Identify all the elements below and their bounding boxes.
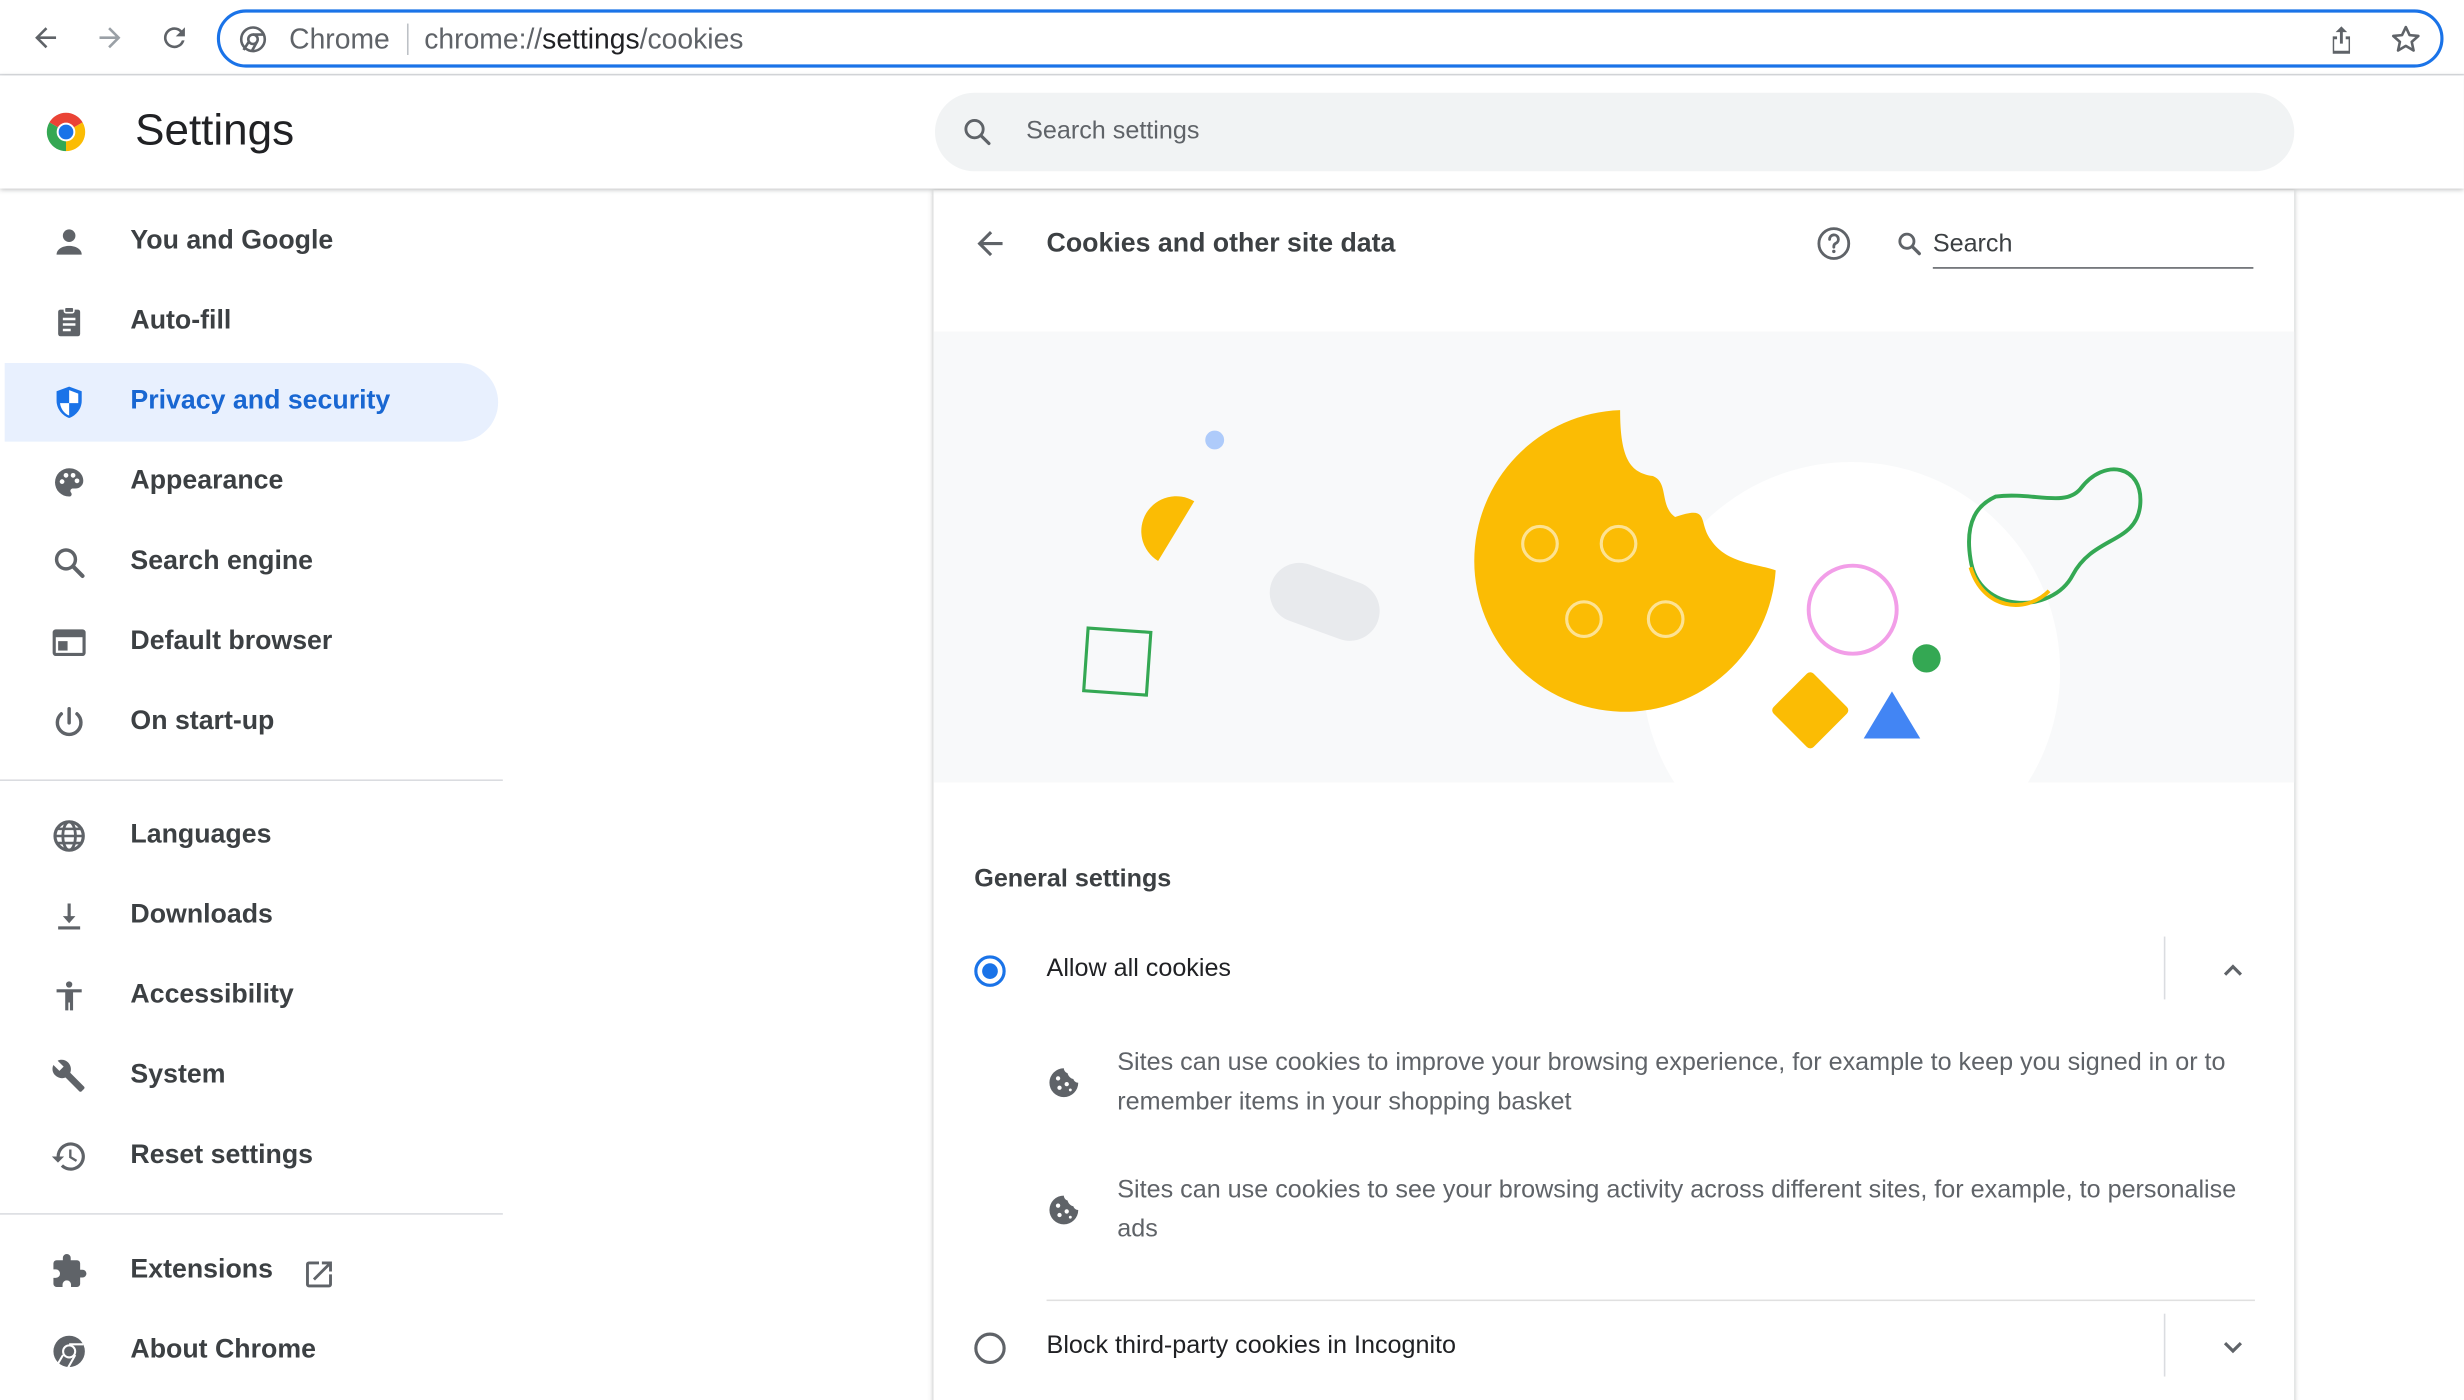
forward-button[interactable] bbox=[88, 16, 132, 60]
help-icon[interactable] bbox=[1815, 225, 1853, 263]
allow-all-cookies-radio[interactable] bbox=[974, 955, 1006, 987]
search-icon bbox=[54, 548, 85, 578]
sidebar-item-label: Privacy and security bbox=[130, 384, 391, 415]
chevron-up-icon[interactable] bbox=[2216, 952, 2251, 987]
browser-window-icon bbox=[52, 629, 86, 657]
allow-all-cookies-option[interactable]: Allow all cookies bbox=[933, 926, 2294, 1020]
sidebar-item-label: Languages bbox=[130, 818, 272, 849]
cookies-settings-card: Cookies and other site data Search Gener… bbox=[933, 190, 2295, 1400]
sidebar-item-on-start-up[interactable]: On start-up bbox=[5, 684, 498, 763]
url-path: /cookies bbox=[639, 23, 744, 55]
url-host: settings bbox=[542, 23, 640, 55]
sidebar-item-label: Reset settings bbox=[130, 1139, 314, 1170]
sidebar-item-label: Auto-fill bbox=[130, 304, 232, 335]
omnibox-separator bbox=[406, 23, 409, 55]
accessibility-icon bbox=[56, 981, 82, 1011]
chrome-icon bbox=[53, 1335, 85, 1368]
chrome-logo bbox=[46, 112, 86, 152]
option-label: Allow all cookies bbox=[1046, 955, 1232, 983]
sidebar-item-search-engine[interactable]: Search engine bbox=[5, 523, 498, 602]
cookie-icon bbox=[1049, 1068, 1079, 1098]
browser-toolbar: Chrome chrome://settings/cookies bbox=[0, 0, 2464, 76]
sidebar-item-about-chrome[interactable]: About Chrome bbox=[5, 1312, 498, 1391]
download-icon bbox=[58, 903, 81, 930]
back-arrow-icon[interactable] bbox=[971, 225, 1009, 263]
palette-icon bbox=[55, 468, 84, 497]
chrome-site-icon bbox=[239, 26, 267, 53]
history-icon bbox=[51, 1142, 85, 1171]
page-title: Settings bbox=[135, 105, 295, 154]
block-third-party-incognito-option[interactable]: Block third-party cookies in Incognito bbox=[933, 1303, 2294, 1397]
arrow-back-icon bbox=[35, 27, 57, 49]
reload-icon bbox=[163, 27, 185, 49]
sidebar-item-reset-settings[interactable]: Reset settings bbox=[5, 1117, 498, 1196]
sidebar-item-label: About Chrome bbox=[130, 1334, 316, 1364]
settings-search-input[interactable] bbox=[1026, 111, 2252, 153]
settings-header: Settings bbox=[0, 75, 2464, 189]
option-separator bbox=[2163, 936, 2166, 1000]
arrow-forward-icon bbox=[99, 27, 121, 49]
reload-button[interactable] bbox=[152, 16, 196, 60]
block-third-party-incognito-radio[interactable] bbox=[974, 1332, 1006, 1364]
search-icon bbox=[964, 119, 991, 146]
cookie-detail-text: Sites can use cookies to improve your br… bbox=[1117, 1049, 2226, 1116]
sidebar-item-system[interactable]: System bbox=[5, 1037, 498, 1116]
power-icon bbox=[55, 706, 83, 737]
sidebar-item-extensions[interactable]: Extensions bbox=[5, 1232, 498, 1311]
sidebar-item-label: Accessibility bbox=[130, 978, 294, 1009]
sidebar-item-label: System bbox=[130, 1059, 226, 1089]
puzzle-icon bbox=[53, 1253, 87, 1287]
cookie-icon bbox=[1049, 1195, 1079, 1225]
search-icon bbox=[1898, 232, 1921, 256]
cookie-detail-text: Sites can use cookies to see your browsi… bbox=[1117, 1176, 2237, 1243]
settings-search[interactable] bbox=[934, 92, 2295, 172]
url-scheme: chrome:// bbox=[424, 23, 543, 55]
shield-icon bbox=[56, 386, 82, 418]
sidebar-item-privacy-and-security[interactable]: Privacy and security bbox=[4, 362, 499, 442]
chevron-down-icon[interactable] bbox=[2216, 1329, 2251, 1364]
sidebar-item-you-and-google[interactable]: You and Google bbox=[5, 203, 498, 282]
person-icon bbox=[56, 229, 82, 255]
subpage-search-input[interactable] bbox=[1932, 221, 2254, 269]
option-divider bbox=[1046, 1299, 2255, 1302]
open-in-new-icon[interactable] bbox=[302, 1257, 337, 1292]
cookies-illustration-graphic bbox=[1082, 410, 2143, 783]
sidebar-item-label: Extensions bbox=[130, 1253, 273, 1284]
clipboard-icon bbox=[58, 306, 81, 337]
settings-sidebar: You and Google Auto-fill Privacy and sec… bbox=[0, 190, 519, 1400]
sidebar-item-label: Default browser bbox=[130, 625, 333, 656]
general-settings-heading: General settings bbox=[974, 865, 1172, 893]
sidebar-item-appearance[interactable]: Appearance bbox=[5, 443, 498, 522]
share-icon[interactable] bbox=[2324, 22, 2359, 57]
sidebar-item-languages[interactable]: Languages bbox=[5, 797, 498, 876]
subpage-title: Cookies and other site data bbox=[1046, 227, 1396, 258]
globe-icon bbox=[53, 820, 85, 852]
sidebar-item-accessibility[interactable]: Accessibility bbox=[5, 957, 498, 1036]
option-label: Block third-party cookies in Incognito bbox=[1046, 1332, 1457, 1360]
sidebar-item-label: Search engine bbox=[130, 545, 314, 576]
sidebar-item-label: Downloads bbox=[130, 898, 273, 929]
url-text: chrome://settings/cookies bbox=[424, 24, 743, 57]
wrench-icon bbox=[52, 1059, 85, 1092]
bookmark-star-icon[interactable] bbox=[2389, 22, 2424, 57]
sidebar-item-label: You and Google bbox=[130, 224, 334, 255]
sidebar-item-downloads[interactable]: Downloads bbox=[5, 877, 498, 956]
cookies-illustration bbox=[933, 331, 2295, 783]
sidebar-divider bbox=[0, 779, 503, 781]
sidebar-item-auto-fill[interactable]: Auto-fill bbox=[5, 283, 498, 362]
sidebar-item-label: Appearance bbox=[130, 465, 284, 495]
sidebar-item-default-browser[interactable]: Default browser bbox=[5, 603, 498, 682]
option-separator bbox=[2163, 1313, 2166, 1377]
back-button[interactable] bbox=[24, 16, 68, 60]
sidebar-divider bbox=[0, 1213, 503, 1215]
site-chip-label: Chrome bbox=[289, 23, 390, 55]
sidebar-item-label: On start-up bbox=[130, 705, 275, 736]
address-bar[interactable]: Chrome chrome://settings/cookies bbox=[216, 9, 2444, 68]
